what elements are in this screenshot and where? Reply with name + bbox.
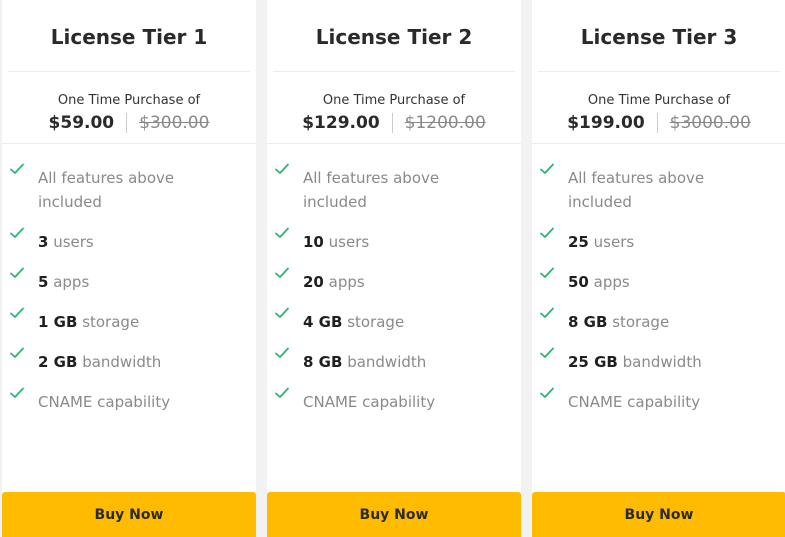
- feature-label: 10 users: [303, 233, 370, 251]
- check-icon: [540, 163, 554, 174]
- check-icon: [275, 387, 289, 398]
- current-price: $59.00: [48, 113, 115, 133]
- check-icon: [10, 267, 24, 278]
- price-row: $199.00 $3000.00: [532, 112, 785, 134]
- price-row: $129.00 $1200.00: [267, 112, 521, 134]
- price-divider: [656, 113, 658, 133]
- feature-label: 8 GB storage: [568, 313, 670, 331]
- feature-label: 20 apps: [303, 273, 365, 291]
- tier-title: License Tier 1: [8, 0, 250, 72]
- feature-label: 3 users: [38, 233, 94, 251]
- check-icon: [275, 227, 289, 238]
- original-price: $3000.00: [669, 113, 751, 133]
- feature-label: 25 GB bandwidth: [568, 353, 702, 371]
- price-block: One Time Purchase of $129.00 $1200.00: [267, 72, 521, 144]
- check-icon: [10, 307, 24, 318]
- check-icon: [10, 163, 24, 174]
- check-icon: [10, 227, 24, 238]
- check-icon: [10, 347, 24, 358]
- original-price: $1200.00: [404, 113, 486, 133]
- feature-label: CNAME capability: [568, 393, 701, 411]
- check-icon: [275, 347, 289, 358]
- feature-label: All features above included: [568, 169, 705, 211]
- feature-label: 25 users: [568, 233, 635, 251]
- check-icon: [275, 307, 289, 318]
- buy-now-button[interactable]: Buy Now: [532, 492, 785, 537]
- check-icon: [540, 387, 554, 398]
- check-icon: [540, 227, 554, 238]
- price-divider: [391, 113, 393, 133]
- feature-label: 50 apps: [568, 273, 630, 291]
- price-caption: One Time Purchase of: [587, 93, 731, 108]
- feature-label: CNAME capability: [303, 393, 436, 411]
- check-icon: [275, 163, 289, 174]
- feature-label: 4 GB storage: [303, 313, 405, 331]
- feature-label: All features above included: [303, 169, 440, 211]
- feature-label: All features above included: [38, 169, 175, 211]
- price-row: $59.00 $300.00: [2, 112, 256, 134]
- feature-label: CNAME capability: [38, 393, 171, 411]
- buy-now-button[interactable]: Buy Now: [2, 492, 256, 537]
- price-caption: One Time Purchase of: [57, 93, 201, 108]
- current-price: $129.00: [302, 113, 380, 133]
- original-price: $300.00: [139, 113, 210, 133]
- feature-label: 1 GB storage: [38, 313, 140, 331]
- pricing-card-tier-2: License Tier 2 One Time Purchase of $129…: [267, 0, 521, 537]
- current-price: $199.00: [567, 113, 645, 133]
- pricing-card-tier-1: License Tier 1 One Time Purchase of $59.…: [2, 0, 256, 537]
- tier-title: License Tier 3: [538, 0, 780, 72]
- pricing-card-tier-3: License Tier 3 One Time Purchase of $199…: [532, 0, 785, 537]
- price-block: One Time Purchase of $199.00 $3000.00: [532, 72, 785, 144]
- feature-label: 5 apps: [38, 273, 90, 291]
- buy-now-button[interactable]: Buy Now: [267, 492, 521, 537]
- check-icon: [540, 307, 554, 318]
- check-icon: [275, 267, 289, 278]
- price-block: One Time Purchase of $59.00 $300.00: [2, 72, 256, 144]
- check-icon: [540, 347, 554, 358]
- check-icon: [540, 267, 554, 278]
- feature-label: 2 GB bandwidth: [38, 353, 162, 371]
- check-icon: [10, 387, 24, 398]
- price-caption: One Time Purchase of: [322, 93, 466, 108]
- tier-title: License Tier 2: [273, 0, 515, 72]
- price-divider: [126, 113, 128, 133]
- feature-label: 8 GB bandwidth: [303, 353, 427, 371]
